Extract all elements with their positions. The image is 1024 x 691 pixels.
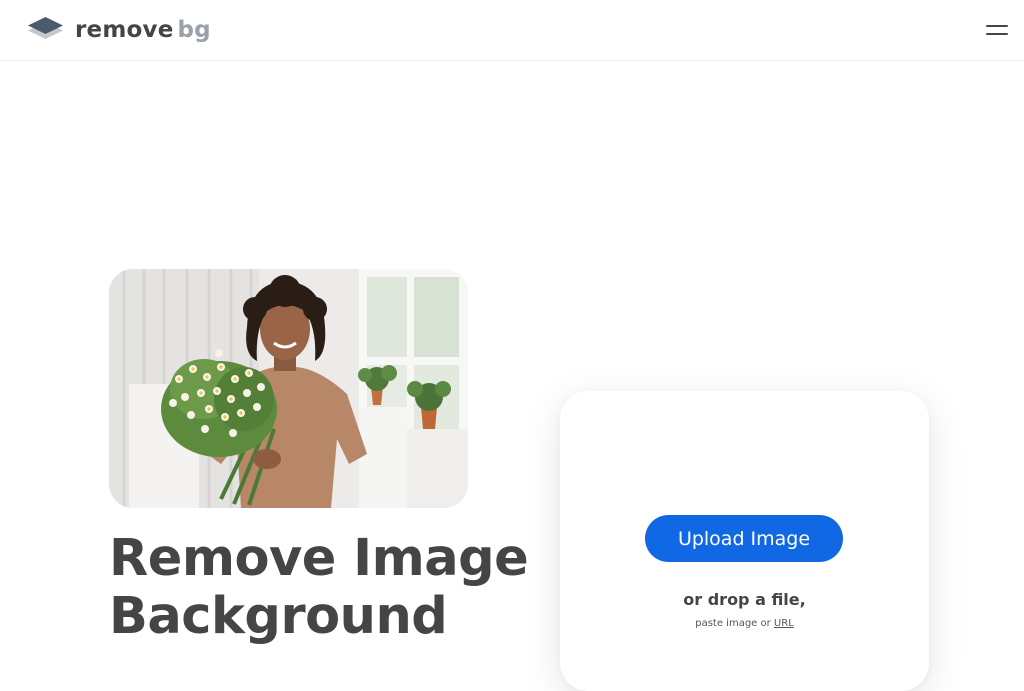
- menu-line-top: [986, 25, 1008, 27]
- top-nav-bar: remove bg: [0, 0, 1024, 61]
- woman-with-bouquet-image: [109, 269, 468, 508]
- logo-text: remove bg: [75, 16, 211, 44]
- upload-card[interactable]: Upload Image or drop a file, paste image…: [560, 391, 929, 691]
- logo-link[interactable]: remove bg: [27, 15, 211, 45]
- page-title: Remove Image Background: [109, 530, 539, 646]
- logo-word-bg: bg: [177, 17, 211, 43]
- menu-line-bottom: [986, 33, 1008, 35]
- url-link[interactable]: URL: [774, 618, 794, 629]
- upload-image-button[interactable]: Upload Image: [645, 515, 843, 562]
- logo-word-remove: remove: [75, 17, 174, 43]
- hamburger-menu-icon[interactable]: [984, 20, 1010, 40]
- page-title-line2: Background: [109, 587, 448, 646]
- drop-file-text: or drop a file,: [683, 590, 806, 609]
- logo-icon: [28, 17, 63, 39]
- paste-image-hint: paste image or URL: [560, 618, 929, 629]
- hero-photo: [109, 269, 468, 508]
- page-title-line1: Remove Image: [109, 529, 529, 588]
- paste-image-text: paste image or: [695, 618, 771, 629]
